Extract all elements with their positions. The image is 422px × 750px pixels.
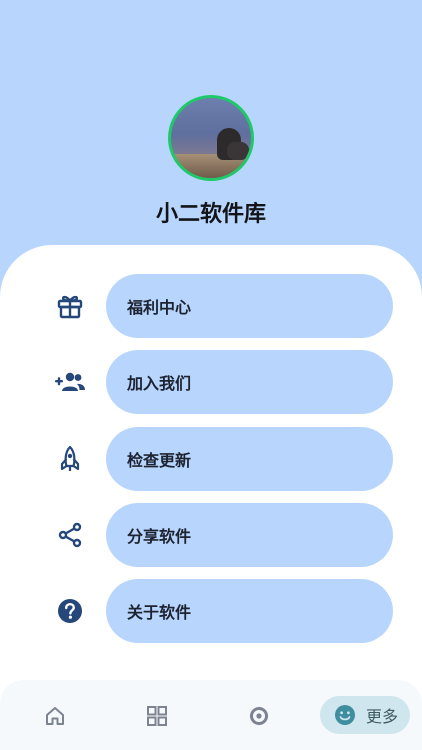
- grid-icon[interactable]: [145, 704, 169, 728]
- gift-icon: [52, 292, 88, 320]
- app-name: 小二软件库: [155, 202, 266, 227]
- menu-item-join[interactable]: 加入我们: [0, 350, 422, 414]
- nav-more-label: 更多: [366, 707, 399, 726]
- gear-ring-icon[interactable]: [247, 704, 271, 728]
- menu-item-label: 福利中心: [106, 274, 393, 338]
- menu-item-share[interactable]: 分享软件: [0, 503, 422, 567]
- nav-item-more[interactable]: 更多: [320, 696, 410, 734]
- add-group-icon: [52, 368, 88, 396]
- avatar[interactable]: [168, 95, 254, 181]
- avatar-figure-shadow: [227, 142, 249, 160]
- menu-item-welfare[interactable]: 福利中心: [0, 274, 422, 338]
- help-icon: [52, 597, 88, 625]
- rocket-icon: [52, 445, 88, 473]
- menu-item-about[interactable]: 关于软件: [0, 579, 422, 643]
- menu-item-update[interactable]: 检查更新: [0, 427, 422, 491]
- share-icon: [52, 521, 88, 549]
- home-icon[interactable]: [43, 704, 67, 728]
- menu-item-label: 关于软件: [106, 579, 393, 643]
- smiley-icon: [334, 704, 356, 726]
- menu-item-label: 检查更新: [106, 427, 393, 491]
- menu-item-label: 分享软件: [106, 503, 393, 567]
- bottom-nav: 更多: [0, 680, 422, 750]
- profile-header: 小二软件库: [0, 0, 422, 270]
- menu-item-label: 加入我们: [106, 350, 393, 414]
